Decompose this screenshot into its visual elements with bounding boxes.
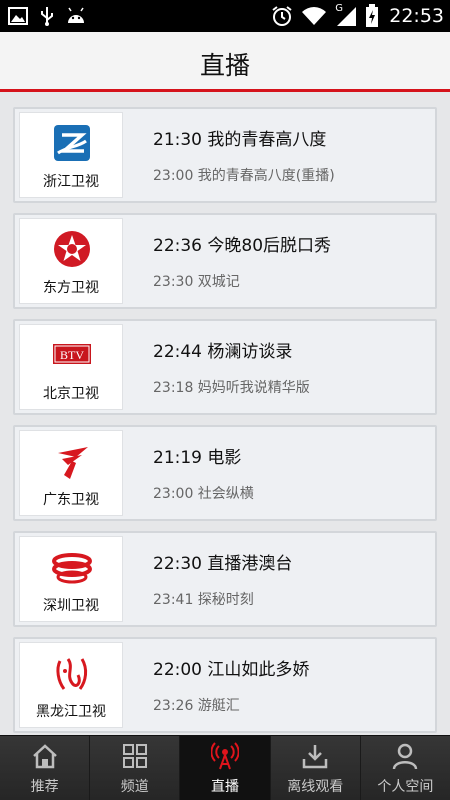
next-program: 23:30 双城记 xyxy=(153,274,240,290)
channel-name: 广东卫视 xyxy=(43,492,99,508)
channel-card[interactable]: 浙江卫视 21:30 我的青春高八度 23:00 我的青春高八度(重播) xyxy=(13,107,437,203)
gallery-icon xyxy=(8,7,28,25)
current-program: 21:30 我的青春高八度 xyxy=(153,130,327,150)
guangdong-logo xyxy=(58,447,88,479)
channel-logo: 东方卫视 xyxy=(19,218,123,304)
signal-icon: G xyxy=(335,3,357,27)
channel-name: 浙江卫视 xyxy=(43,174,99,190)
current-program: 21:19 电影 xyxy=(153,448,242,468)
current-program: 22:36 今晚80后脱口秀 xyxy=(153,236,332,256)
tab-label: 离线观看 xyxy=(287,779,344,795)
btv-logo: BTV xyxy=(53,344,91,364)
heilongjiang-logo xyxy=(56,658,88,690)
android-icon xyxy=(68,7,84,23)
battery-icon xyxy=(366,4,379,27)
page-header: 直播 xyxy=(0,32,450,92)
current-program: 22:44 杨澜访谈录 xyxy=(153,342,293,362)
wifi-icon xyxy=(302,7,327,25)
channel-name: 东方卫视 xyxy=(43,280,99,296)
usb-icon xyxy=(41,7,53,26)
tab-label: 频道 xyxy=(120,779,149,795)
channel-name: 深圳卫视 xyxy=(43,598,99,614)
next-program: 23:26 游艇汇 xyxy=(153,698,240,714)
broadcast-icon xyxy=(211,742,239,770)
channel-logo: 广东卫视 xyxy=(19,430,123,516)
tab-profile[interactable]: 个人空间 xyxy=(360,736,450,800)
channel-logo: BTV 北京卫视 xyxy=(19,324,123,410)
status-bar: G 22:53 xyxy=(0,0,450,32)
status-time: 22:53 xyxy=(389,5,444,27)
tab-label: 直播 xyxy=(211,779,239,795)
page-title: 直播 xyxy=(199,51,250,80)
download-icon xyxy=(302,745,328,769)
tab-label: 推荐 xyxy=(30,779,59,795)
next-program: 23:18 妈妈听我说精华版 xyxy=(153,380,310,396)
channel-card[interactable]: 广东卫视 21:19 电影 23:00 社会纵横 xyxy=(13,425,437,521)
live-channel-list[interactable]: 浙江卫视 21:30 我的青春高八度 23:00 我的青春高八度(重播) 东方卫… xyxy=(0,95,450,735)
home-icon xyxy=(32,744,57,769)
status-left-icons xyxy=(8,6,86,26)
user-icon xyxy=(393,743,418,770)
channel-logo: 黑龙江卫视 xyxy=(19,642,123,728)
current-program: 22:30 直播港澳台 xyxy=(153,554,293,574)
channel-card[interactable]: 黑龙江卫视 22:00 江山如此多娇 23:26 游艇汇 xyxy=(13,637,437,733)
channel-logo: 浙江卫视 xyxy=(19,112,123,198)
tab-live[interactable]: 直播 xyxy=(180,736,271,800)
tab-offline[interactable]: 离线观看 xyxy=(270,736,361,800)
channel-name: 黑龙江卫视 xyxy=(36,704,106,720)
channel-logo: 深圳卫视 xyxy=(19,536,123,622)
channel-card[interactable]: 深圳卫视 22:30 直播港澳台 23:41 探秘时刻 xyxy=(13,531,437,627)
svg-text:BTV: BTV xyxy=(60,348,84,362)
bottom-tab-bar: 推荐 频道 直播 离线观看 个人空间 xyxy=(0,735,450,800)
next-program: 23:00 社会纵横 xyxy=(153,486,254,502)
next-program: 23:41 探秘时刻 xyxy=(153,592,254,608)
tab-label: 个人空间 xyxy=(377,779,434,795)
next-program: 23:00 我的青春高八度(重播) xyxy=(153,168,335,184)
shenzhen-logo xyxy=(52,553,92,584)
alarm-icon xyxy=(272,6,292,26)
tab-channels[interactable]: 频道 xyxy=(90,736,181,800)
channel-card[interactable]: 东方卫视 22:36 今晚80后脱口秀 23:30 双城记 xyxy=(13,213,437,309)
grid-icon xyxy=(122,744,147,768)
status-right-icons: G 22:53 xyxy=(271,3,444,28)
channel-name: 北京卫视 xyxy=(43,386,99,402)
dongfang-logo xyxy=(54,231,90,267)
channel-card[interactable]: BTV 北京卫视 22:44 杨澜访谈录 23:18 妈妈听我说精华版 xyxy=(13,319,437,415)
current-program: 22:00 江山如此多娇 xyxy=(153,660,310,680)
tab-recommend[interactable]: 推荐 xyxy=(0,736,91,800)
zhejiang-logo xyxy=(54,125,90,161)
